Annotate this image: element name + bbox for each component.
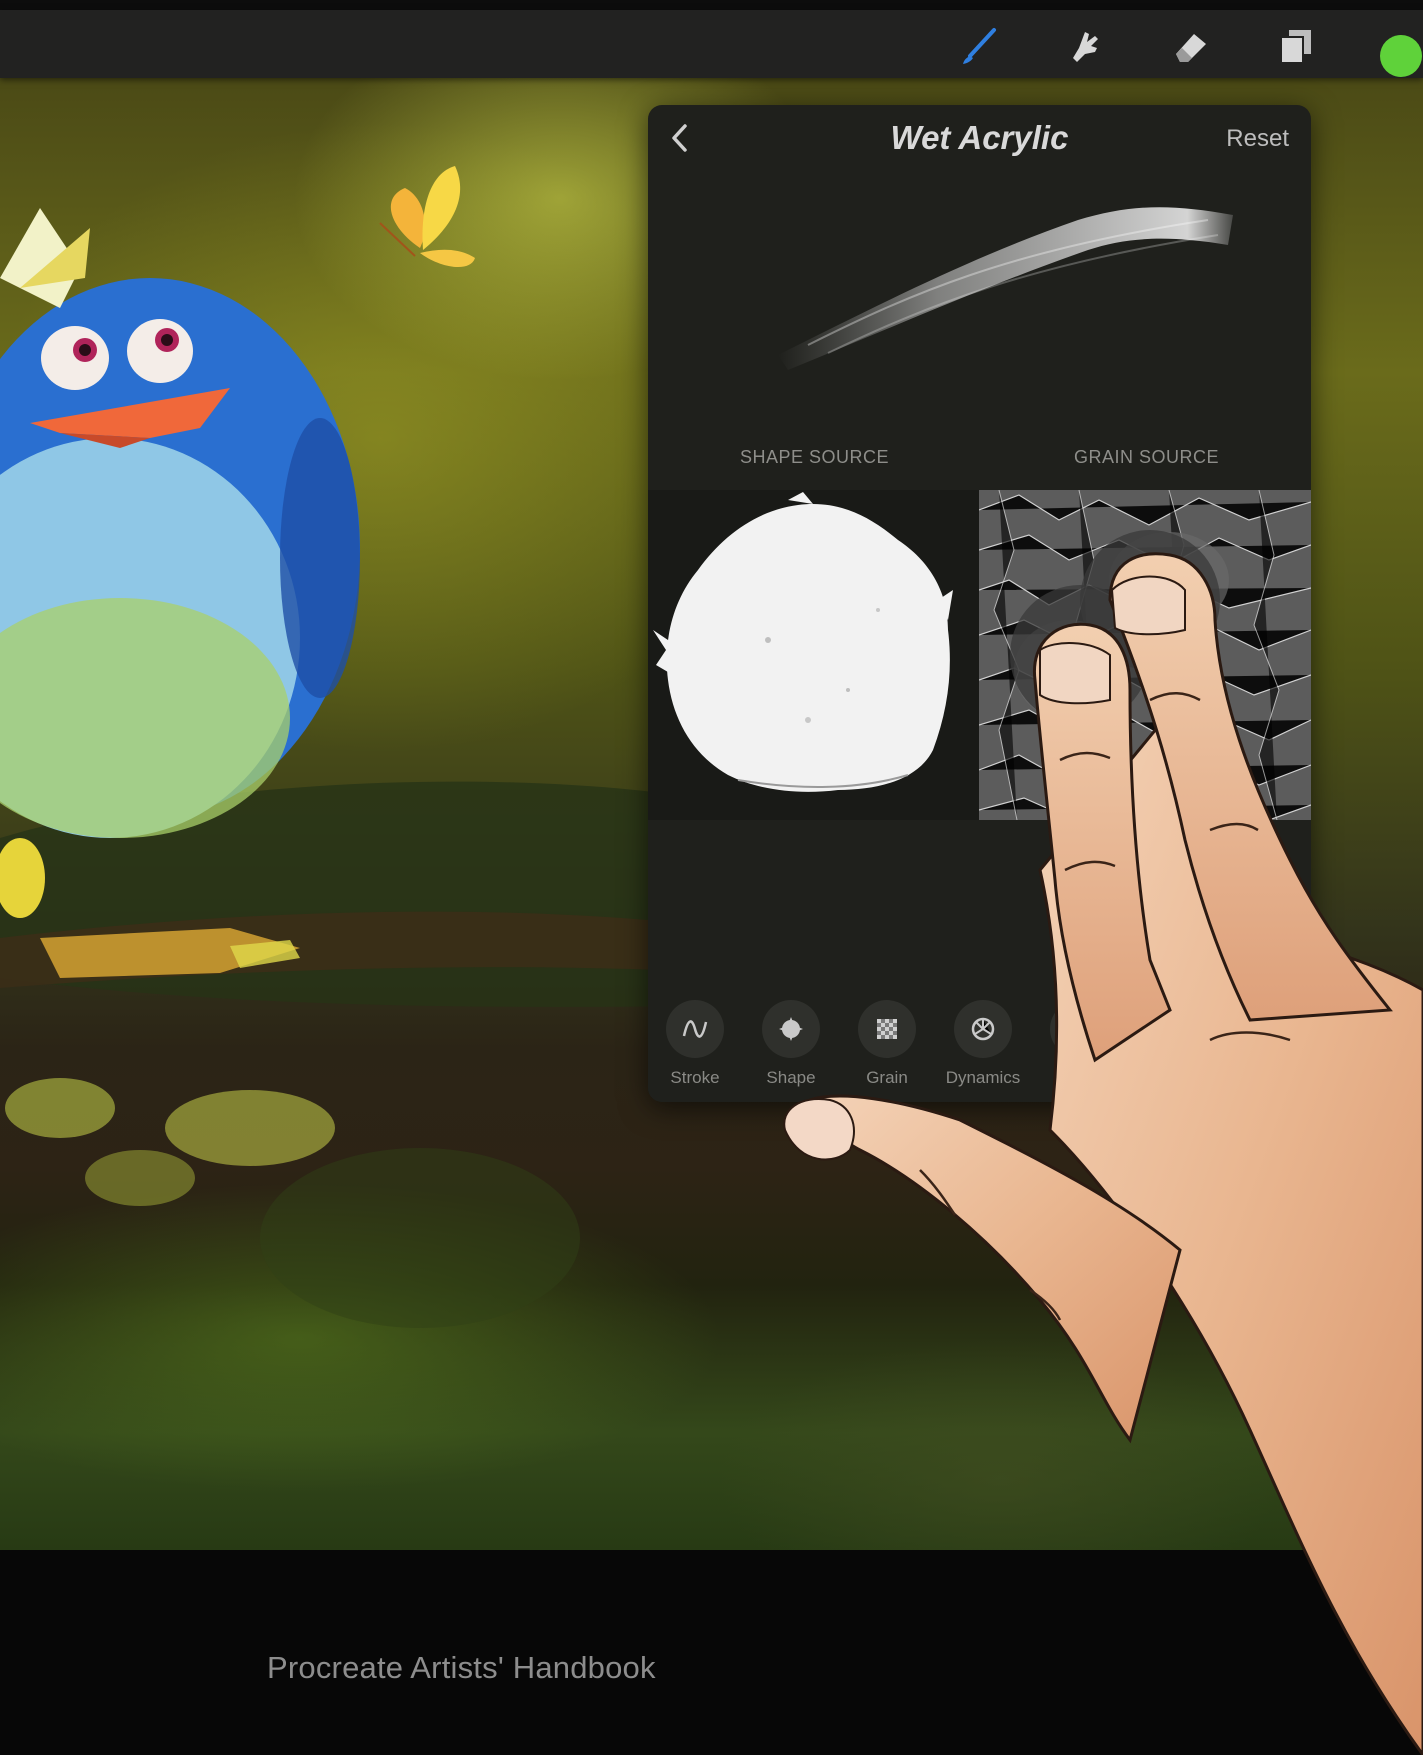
page: Wet Acrylic Reset SHAPE SOURCE GRAIN SOU… bbox=[0, 0, 1423, 1755]
panel-header: Wet Acrylic Reset bbox=[648, 105, 1311, 175]
color-swatch-button[interactable] bbox=[1380, 35, 1422, 77]
shape-source-label: SHAPE SOURCE bbox=[740, 447, 890, 467]
bottom-bar bbox=[0, 1550, 1423, 1755]
top-edge bbox=[0, 0, 1423, 10]
shape-icon bbox=[762, 1000, 820, 1058]
brush-studio-panel: Wet Acrylic Reset SHAPE SOURCE GRAIN SOU… bbox=[648, 105, 1311, 1102]
nav-dynamics[interactable]: Dynamics bbox=[938, 1000, 1028, 1088]
stroke-icon bbox=[666, 1000, 724, 1058]
nav-stroke[interactable]: Stroke bbox=[650, 1000, 740, 1088]
nav-pencil[interactable]: Per bbox=[1034, 1000, 1124, 1088]
grain-source-image[interactable] bbox=[979, 490, 1311, 820]
brush-icon bbox=[963, 28, 996, 64]
grain-source-label: GRAIN SOURCE bbox=[1074, 447, 1220, 467]
nav-shape-label: Shape bbox=[766, 1068, 816, 1087]
eraser-tool-button[interactable] bbox=[1168, 24, 1212, 68]
nav-grain[interactable]: Grain bbox=[842, 1000, 932, 1088]
nav-pencil-label: Per bbox=[1065, 1068, 1093, 1087]
reset-button[interactable]: Reset bbox=[1226, 125, 1289, 153]
nav-dynamics-label: Dynamics bbox=[945, 1068, 1021, 1087]
pencil-icon bbox=[1050, 1000, 1108, 1058]
eraser-icon bbox=[1176, 34, 1206, 62]
shape-source-texture bbox=[653, 492, 953, 792]
dynamics-icon bbox=[954, 1000, 1012, 1058]
nav-stroke-label: Stroke bbox=[670, 1068, 720, 1087]
layers-tool-button[interactable] bbox=[1273, 24, 1317, 68]
smudge-tool-button[interactable] bbox=[1063, 24, 1107, 68]
nav-shape[interactable]: Shape bbox=[746, 1000, 836, 1088]
shape-source-image[interactable] bbox=[648, 490, 979, 820]
top-toolbar bbox=[0, 10, 1423, 78]
layers-icon bbox=[1280, 30, 1311, 64]
smudge-icon bbox=[1073, 32, 1098, 62]
grain-source-texture bbox=[979, 490, 1311, 820]
brush-tool-button[interactable] bbox=[958, 24, 1002, 68]
brush-name-title: Wet Acrylic bbox=[890, 119, 1069, 156]
nav-grain-label: Grain bbox=[866, 1068, 908, 1087]
book-caption: Procreate Artists' Handbook bbox=[267, 1650, 656, 1685]
grain-icon bbox=[858, 1000, 916, 1058]
